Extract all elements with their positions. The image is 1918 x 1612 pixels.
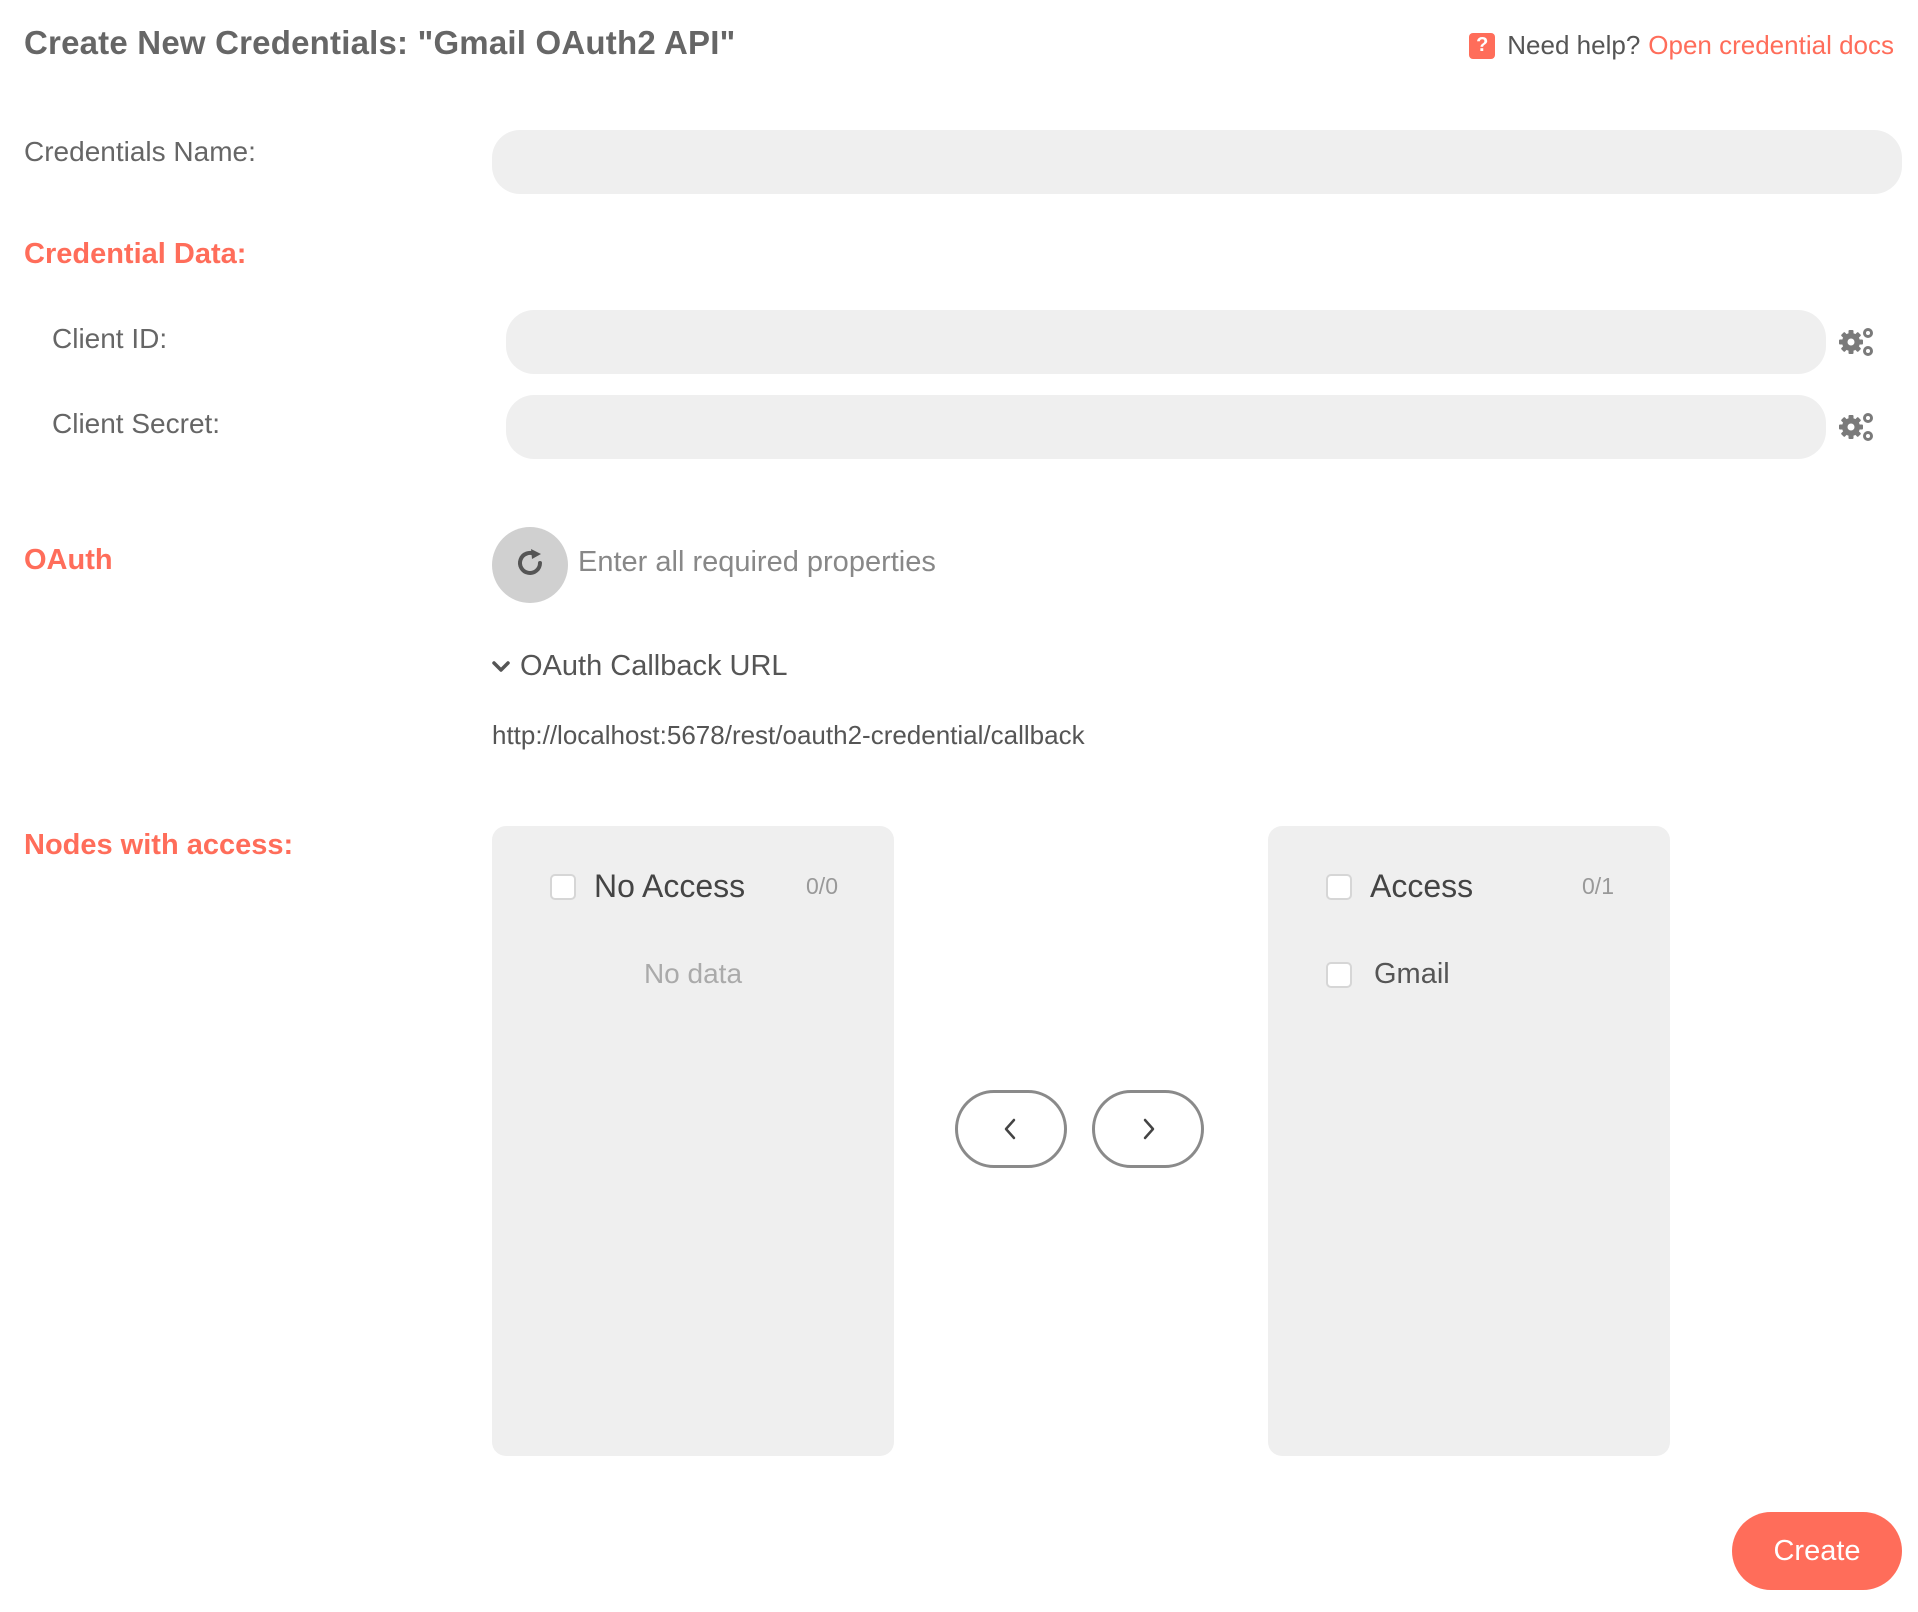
client-secret-label: Client Secret:	[52, 408, 221, 439]
refresh-icon	[513, 546, 547, 585]
oauth-heading: OAuth	[24, 544, 113, 576]
oauth-callback-url-toggle[interactable]: OAuth Callback URL	[492, 650, 788, 683]
client-secret-options-gear-icon[interactable]	[1838, 410, 1876, 444]
list-item-label: Gmail	[1374, 958, 1450, 990]
oauth-status-text: Enter all required properties	[578, 546, 936, 578]
client-id-input[interactable]	[506, 310, 1826, 374]
move-to-no-access-button[interactable]	[955, 1090, 1067, 1168]
nodes-with-access-heading: Nodes with access:	[24, 829, 294, 861]
chevron-left-icon	[1004, 1118, 1016, 1140]
access-panel-header: Access 0/1	[1326, 868, 1614, 905]
no-access-panel-header: No Access 0/0	[550, 868, 838, 905]
no-access-count: 0/0	[806, 873, 838, 899]
open-credential-docs-link[interactable]: Open credential docs	[1648, 30, 1894, 61]
create-button[interactable]: Create	[1732, 1512, 1902, 1590]
oauth-refresh-button[interactable]	[492, 527, 568, 603]
help-question-icon: ?	[1469, 32, 1496, 59]
chevron-down-icon	[492, 660, 510, 672]
move-to-access-button[interactable]	[1092, 1090, 1204, 1168]
help-section: ? Need help? Open credential docs	[1469, 30, 1894, 61]
credentials-name-label: Credentials Name:	[24, 136, 256, 167]
no-access-select-all-checkbox[interactable]	[550, 873, 576, 900]
chevron-right-icon	[1143, 1118, 1155, 1140]
oauth-callback-toggle-label: OAuth Callback URL	[520, 650, 788, 682]
list-item[interactable]: Gmail	[1326, 958, 1450, 991]
credentials-name-input[interactable]	[492, 130, 1902, 194]
gmail-node-checkbox[interactable]	[1326, 961, 1352, 988]
client-id-options-gear-icon[interactable]	[1838, 325, 1876, 359]
access-panel-title: Access	[1370, 868, 1474, 904]
client-id-label: Client ID:	[52, 323, 168, 354]
access-count: 0/1	[1582, 873, 1614, 899]
no-access-panel-title: No Access	[594, 868, 746, 904]
no-access-panel: No Access 0/0 No data	[492, 826, 894, 1456]
access-panel: Access 0/1 Gmail	[1268, 826, 1670, 1456]
oauth-callback-url: http://localhost:5678/rest/oauth2-creden…	[492, 720, 1085, 750]
credential-data-heading: Credential Data:	[24, 238, 247, 270]
help-text: Need help?	[1507, 30, 1641, 60]
client-secret-input[interactable]	[506, 395, 1826, 459]
page-title: Create New Credentials: "Gmail OAuth2 AP…	[24, 24, 736, 61]
no-access-empty-text: No data	[643, 958, 743, 989]
access-select-all-checkbox[interactable]	[1326, 873, 1352, 900]
